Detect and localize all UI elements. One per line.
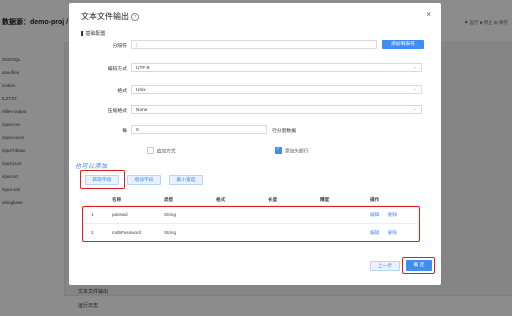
handwritten-annotation: 也可以添加 bbox=[75, 164, 108, 170]
row-edit-link[interactable]: 编辑 bbox=[370, 230, 379, 236]
split-lines-input[interactable]: 0 bbox=[131, 125, 267, 134]
text-file-output-dialog: 文本文件输出? × 基础配置 分隔符 ; 添加制表符 编码方式 UTF-8 格式… bbox=[69, 3, 441, 285]
column-header-actions: 操作 bbox=[370, 197, 380, 202]
previous-step-button[interactable]: 上一步 bbox=[370, 261, 400, 271]
split-lines-suffix: 行分割数据 bbox=[272, 129, 296, 134]
section-header: 基础配置 bbox=[81, 30, 106, 37]
section-title: 基础配置 bbox=[85, 31, 106, 37]
close-icon[interactable]: × bbox=[426, 10, 431, 19]
compression-label: 压缩格式 bbox=[107, 109, 127, 114]
compression-select[interactable]: None bbox=[131, 105, 422, 114]
section-bar bbox=[81, 30, 83, 36]
header-row-checkbox[interactable]: 添加头部行 bbox=[275, 146, 309, 155]
row-index: 1 bbox=[91, 212, 94, 217]
format-value: Unix bbox=[136, 88, 146, 93]
checkbox-box-checked[interactable] bbox=[275, 146, 282, 154]
help-icon[interactable]: ? bbox=[131, 13, 139, 21]
add-tab-button[interactable]: 添加制表符 bbox=[382, 40, 424, 49]
encoding-value: UTF-8 bbox=[136, 66, 150, 71]
row-type: String bbox=[164, 230, 177, 235]
add-field-button[interactable]: 增加字段 bbox=[127, 175, 161, 185]
per-label: 每 bbox=[122, 129, 127, 134]
column-header-type: 类型 bbox=[164, 197, 174, 202]
row-index: 2 bbox=[91, 230, 94, 235]
column-header-name: 名称 bbox=[112, 197, 122, 202]
row-delete-link[interactable]: 删除 bbox=[388, 230, 397, 236]
checkbox-box[interactable] bbox=[147, 147, 154, 154]
confirm-button[interactable]: 确 定 bbox=[406, 260, 432, 271]
row-edit-link[interactable]: 编辑 bbox=[370, 212, 379, 218]
dialog-title: 文本文件输出? bbox=[81, 11, 139, 22]
table-row-divider bbox=[84, 223, 418, 224]
format-select[interactable]: Unix bbox=[131, 85, 422, 94]
get-fields-button[interactable]: 获取字段 bbox=[85, 175, 119, 185]
append-label: 追加方式 bbox=[156, 149, 176, 155]
encoding-label: 编码方式 bbox=[107, 67, 127, 72]
table-header-divider bbox=[84, 205, 418, 206]
row-name: passwd bbox=[112, 212, 128, 217]
column-header-precision: 精度 bbox=[320, 197, 330, 202]
row-name: md5Password bbox=[112, 230, 142, 235]
encoding-select[interactable]: UTF-8 bbox=[131, 63, 422, 72]
header-row-label: 添加头部行 bbox=[284, 149, 309, 155]
column-header-length: 长度 bbox=[268, 197, 278, 202]
column-header-format: 格式 bbox=[216, 197, 226, 202]
min-width-button[interactable]: 最小宽度 bbox=[169, 175, 203, 185]
separator-label: 分隔符 bbox=[112, 44, 127, 49]
row-type: String bbox=[164, 212, 177, 217]
append-checkbox[interactable]: 追加方式 bbox=[147, 147, 176, 155]
separator-input[interactable]: ; bbox=[131, 40, 377, 49]
row-delete-link[interactable]: 删除 bbox=[388, 212, 397, 218]
dialog-title-text: 文本文件输出 bbox=[81, 12, 129, 21]
compression-value: None bbox=[136, 108, 148, 113]
format-label: 格式 bbox=[117, 89, 127, 94]
